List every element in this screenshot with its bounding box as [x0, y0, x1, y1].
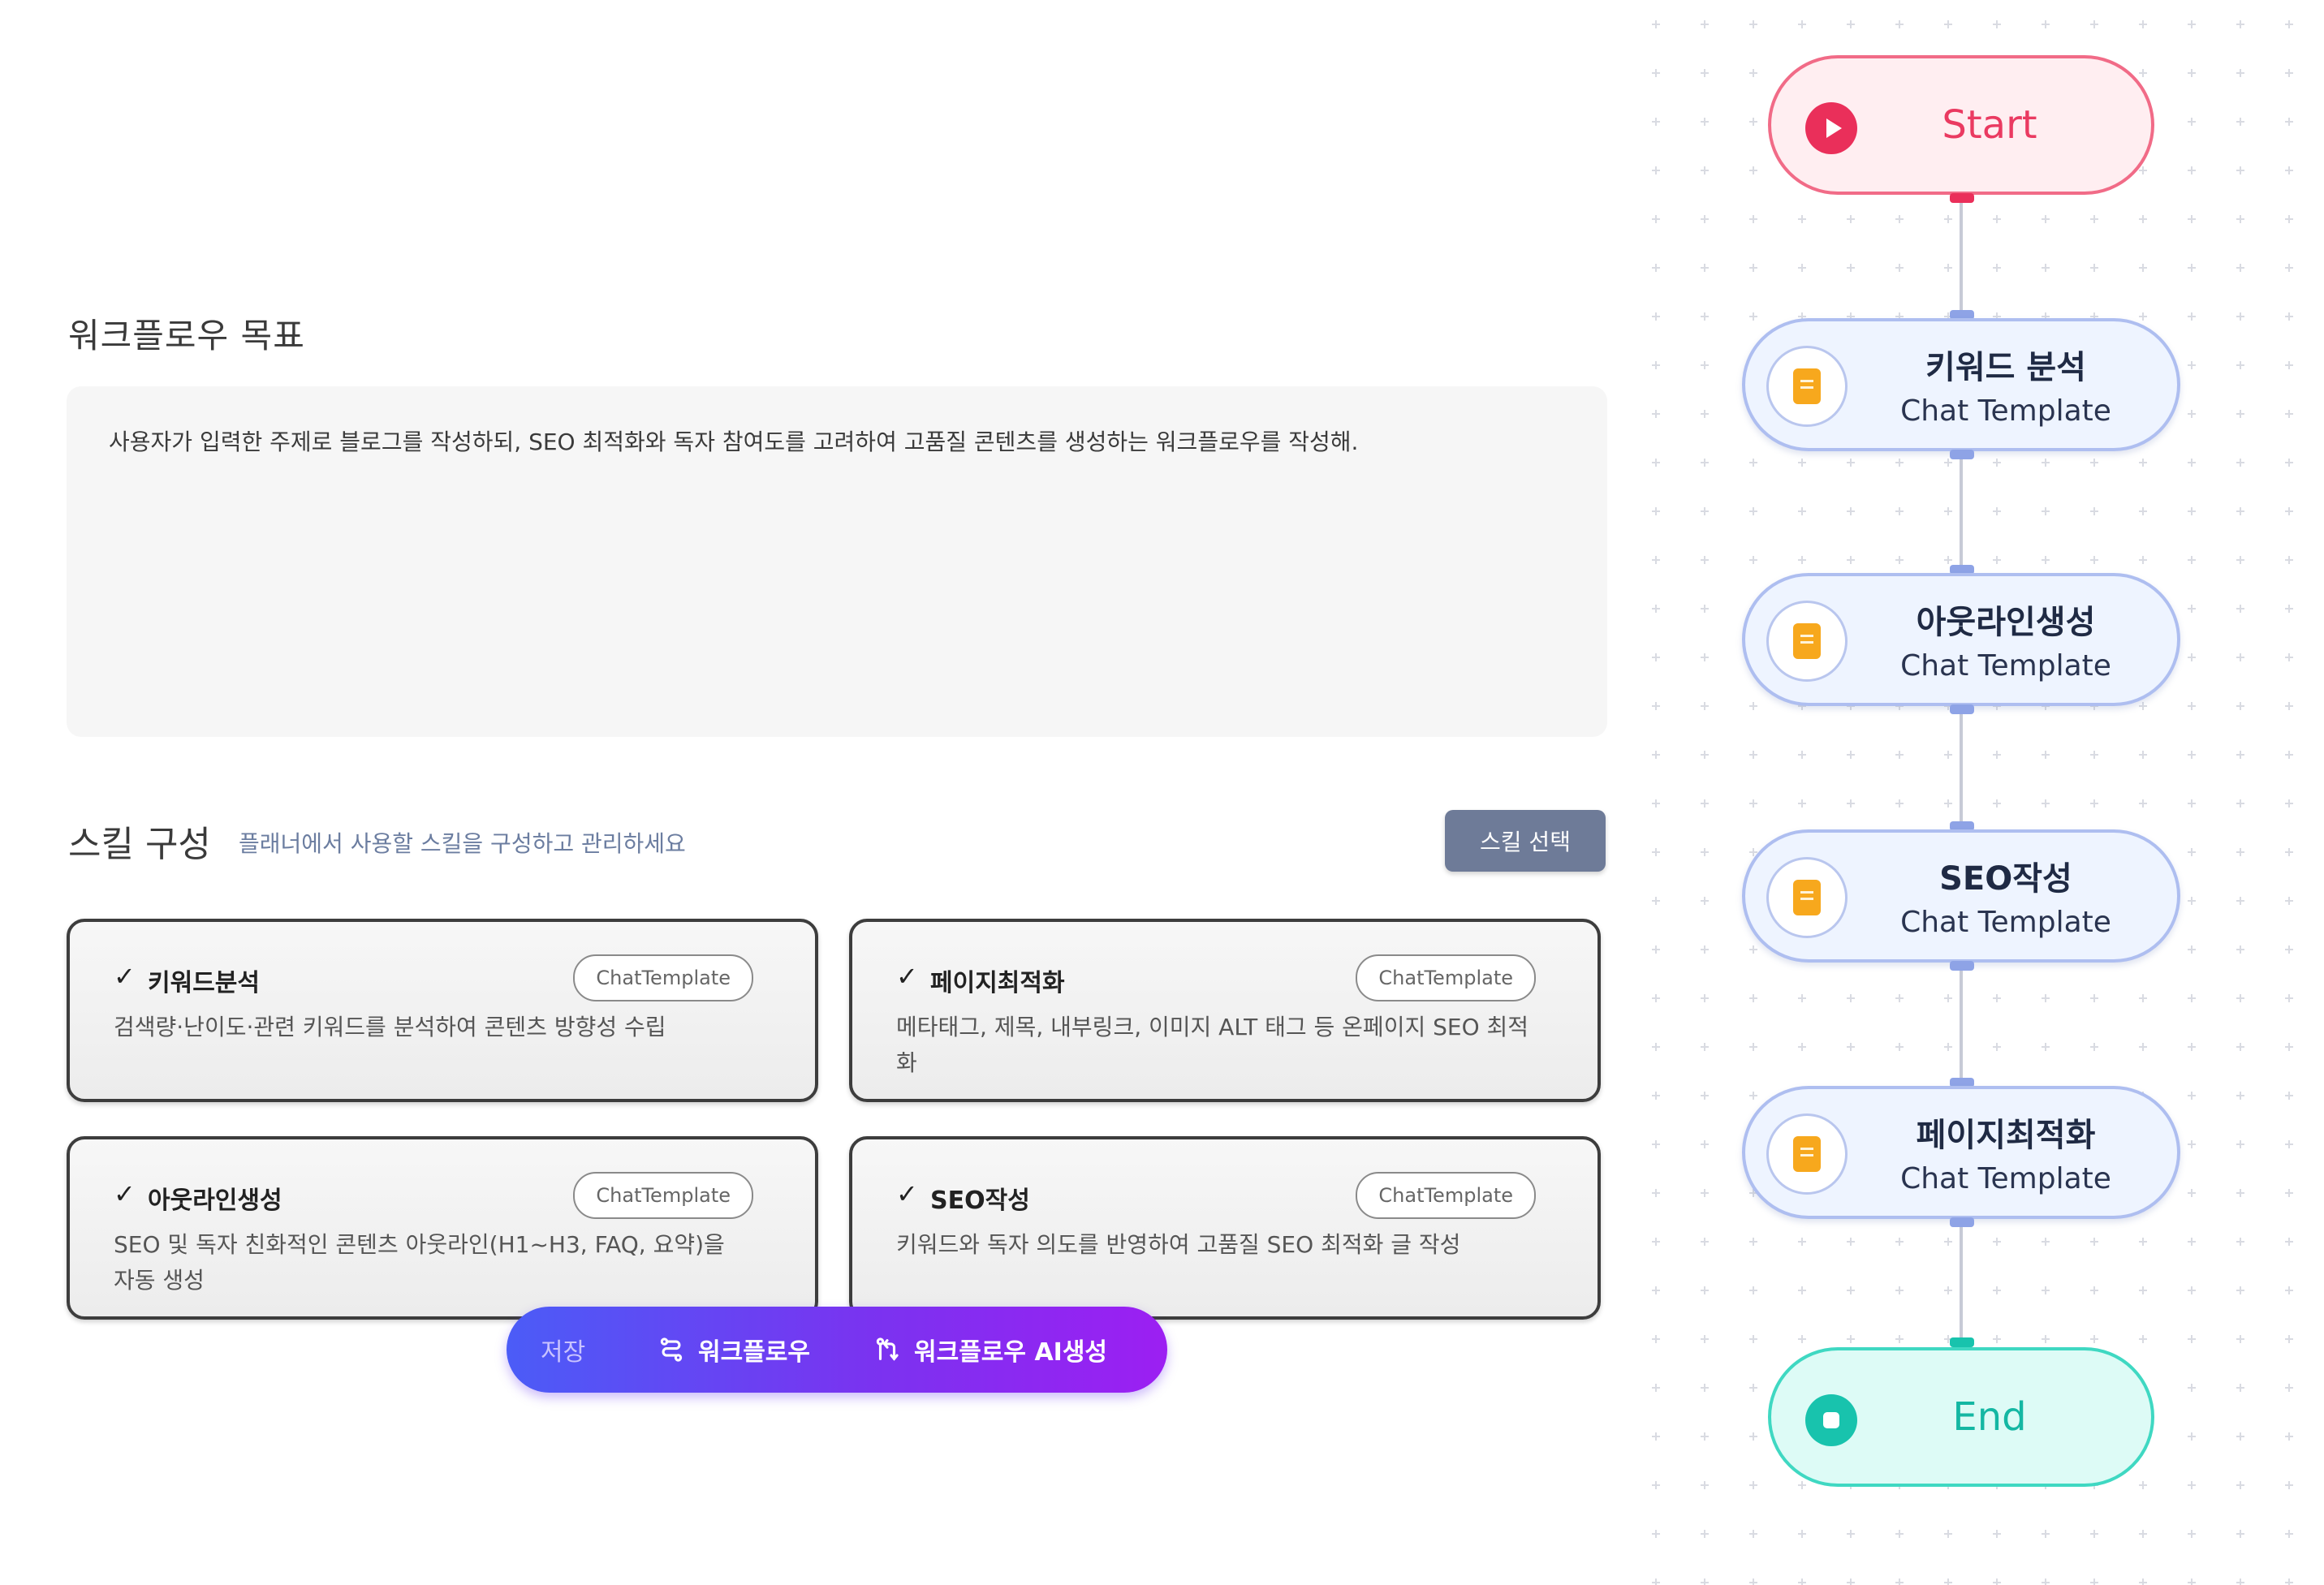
skill-card-keyword-analysis[interactable]: ✓ 키워드분석 ChatTemplate 검색량·난이도·관련 키워드를 분석하… — [67, 919, 818, 1102]
end-input-port[interactable] — [1950, 1337, 1974, 1347]
skill-card-name: 페이지최적화 — [930, 969, 1065, 997]
document-icon — [1793, 880, 1821, 915]
flow-node-page-optimization[interactable]: 페이지최적화 Chat Template — [1742, 1086, 2180, 1219]
skill-card-description: 키워드와 독자 의도를 반영하여 고품질 SEO 최적화 글 작성 — [896, 1231, 1461, 1258]
check-icon: ✓ — [114, 1178, 136, 1209]
skill-card-description: 메타태그, 제목, 내부링크, 이미지 ALT 태그 등 온페이지 SEO 최적… — [896, 1014, 1529, 1076]
flow-node-title: 아웃라인생성 — [1916, 604, 2096, 641]
node-output-port[interactable] — [1950, 704, 1974, 714]
flow-node-seo-writing[interactable]: SEO작성 Chat Template — [1742, 829, 2180, 963]
workflow-icon — [660, 1337, 683, 1362]
node-icon-badge — [1766, 346, 1848, 427]
node-output-port[interactable] — [1950, 1217, 1974, 1227]
skill-card-page-optimization[interactable]: ✓ 페이지최적화 ChatTemplate 메타태그, 제목, 내부링크, 이미… — [849, 919, 1601, 1102]
check-icon: ✓ — [114, 961, 136, 992]
skill-card-tag: ChatTemplate — [573, 1172, 753, 1219]
workflow-ai-label: 워크플로우 AI생성 — [914, 1338, 1108, 1367]
check-icon: ✓ — [896, 1178, 918, 1209]
start-node-label: Start — [1942, 102, 2037, 148]
node-output-port[interactable] — [1950, 961, 1974, 971]
floating-action-bar: 저장 워크플로우 워크플로우 AI생성 — [507, 1307, 1167, 1393]
node-icon-badge — [1766, 601, 1848, 682]
skill-card-seo-writing[interactable]: ✓ SEO작성 ChatTemplate 키워드와 독자 의도를 반영하여 고품… — [849, 1136, 1601, 1320]
skill-card-description: 검색량·난이도·관련 키워드를 분석하여 콘텐츠 방향성 수립 — [114, 1014, 666, 1040]
branch-merge-icon — [876, 1337, 899, 1361]
skill-card-name: 아웃라인생성 — [148, 1187, 282, 1215]
goal-textarea[interactable]: 사용자가 입력한 주제로 블로그를 작성하되, SEO 최적화와 독자 참여도를… — [67, 386, 1607, 737]
skill-card-outline-generation[interactable]: ✓ 아웃라인생성 ChatTemplate SEO 및 독자 친화적인 콘텐츠 … — [67, 1136, 818, 1320]
flow-node-outline-generation[interactable]: 아웃라인생성 Chat Template — [1742, 573, 2180, 706]
check-icon: ✓ — [896, 961, 918, 992]
document-icon — [1793, 368, 1821, 404]
skill-card-tag: ChatTemplate — [1356, 1172, 1536, 1219]
end-node[interactable]: End — [1768, 1347, 2154, 1487]
save-button[interactable]: 저장 — [541, 1332, 585, 1367]
skill-card-name: 키워드분석 — [148, 969, 260, 997]
skills-section-subtitle: 플래너에서 사용할 스킬을 구성하고 관리하세요 — [239, 830, 686, 857]
flow-node-type: Chat Template — [1900, 1162, 2111, 1195]
workflow-canvas[interactable]: Start 키워드 분석 Chat Template 아웃라인생성 Chat T… — [1632, 0, 2324, 1585]
document-icon — [1793, 1136, 1821, 1172]
workflow-ai-generate-button[interactable]: 워크플로우 AI생성 — [873, 1332, 1107, 1367]
goal-section-title: 워크플로우 목표 — [68, 316, 305, 355]
end-node-label: End — [1952, 1394, 2027, 1440]
skill-select-button[interactable]: 스킬 선택 — [1445, 810, 1606, 872]
flow-node-type: Chat Template — [1900, 906, 2111, 939]
workflow-label: 워크플로우 — [698, 1338, 810, 1367]
flow-node-type: Chat Template — [1900, 649, 2111, 683]
skills-section-title: 스킬 구성 — [68, 824, 211, 865]
flow-node-type: Chat Template — [1900, 394, 2111, 428]
workflow-button[interactable]: 워크플로우 — [658, 1332, 810, 1367]
goal-text: 사용자가 입력한 주제로 블로그를 작성하되, SEO 최적화와 독자 참여도를… — [109, 429, 1359, 455]
flow-node-title: 페이지최적화 — [1916, 1117, 2096, 1154]
flow-node-keyword-analysis[interactable]: 키워드 분석 Chat Template — [1742, 318, 2180, 451]
document-icon — [1793, 623, 1821, 659]
start-output-port[interactable] — [1950, 193, 1974, 203]
node-output-port[interactable] — [1950, 450, 1974, 459]
skill-card-tag: ChatTemplate — [1356, 954, 1536, 1001]
skill-card-description: SEO 및 독자 친화적인 콘텐츠 아웃라인(H1~H3, FAQ, 요약)을 … — [114, 1231, 725, 1294]
save-label: 저장 — [541, 1338, 586, 1367]
workflow-settings-panel: 워크플로우 목표 사용자가 입력한 주제로 블로그를 작성하되, SEO 최적화… — [0, 0, 1632, 1585]
flow-node-title: SEO작성 — [1939, 860, 2072, 898]
node-icon-badge — [1766, 857, 1848, 938]
skill-card-tag: ChatTemplate — [573, 954, 753, 1001]
skill-card-name: SEO작성 — [930, 1187, 1030, 1215]
flow-node-title: 키워드 분석 — [1925, 349, 2086, 386]
node-icon-badge — [1766, 1113, 1848, 1195]
start-node[interactable]: Start — [1768, 55, 2154, 195]
